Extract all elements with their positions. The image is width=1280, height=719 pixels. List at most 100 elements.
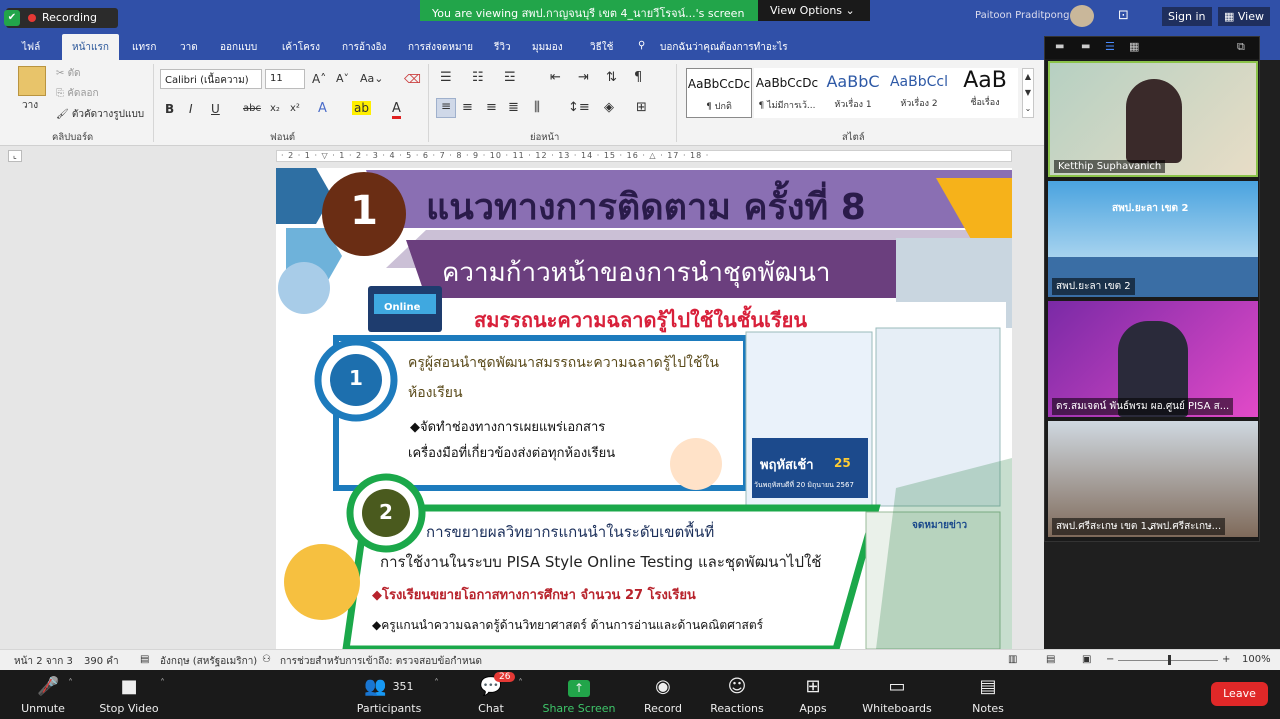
tab-view[interactable]: มุมมอง bbox=[532, 40, 563, 55]
zoom-slider-thumb[interactable] bbox=[1168, 655, 1171, 665]
item1-bullet: ◆จัดทำช่องทางการเผยแพร่เอกสาร bbox=[410, 420, 606, 435]
tab-help[interactable]: วิธีใช้ bbox=[590, 40, 613, 55]
cut-button[interactable]: ✂ ตัด bbox=[56, 66, 81, 81]
numbering-icon[interactable]: ☷ bbox=[472, 70, 484, 85]
tab-insert[interactable]: แทรก bbox=[132, 40, 156, 55]
language[interactable]: อังกฤษ (สหรัฐอเมริกา) bbox=[160, 654, 257, 669]
copy-button[interactable]: ⎘ คัดลอก bbox=[56, 86, 99, 101]
borders-icon[interactable]: ⊞ bbox=[636, 100, 647, 115]
tab-review[interactable]: รีวิว bbox=[494, 40, 511, 55]
zoom-in-icon[interactable]: + bbox=[1222, 654, 1230, 665]
chevron-up-icon[interactable]: ˄ bbox=[518, 678, 523, 689]
notes-button[interactable]: ▤ Notes bbox=[943, 676, 1033, 715]
tab-design[interactable]: ออกแบบ bbox=[220, 40, 257, 55]
web-layout-icon[interactable]: ▣ bbox=[1082, 654, 1091, 665]
chevron-up-icon[interactable]: ˄ bbox=[68, 678, 73, 689]
tab-mailings[interactable]: การส่งจดหมาย bbox=[408, 40, 473, 55]
read-mode-icon[interactable]: ▥ bbox=[1008, 654, 1017, 665]
tab-draw[interactable]: วาด bbox=[180, 40, 198, 55]
document-page[interactable]: 1 แนวทางการติดตาม ครั้งที่ 8 ความก้าวหน้… bbox=[276, 168, 1012, 649]
whiteboards-button[interactable]: ▭ Whiteboards bbox=[852, 676, 942, 715]
whiteboards-label: Whiteboards bbox=[862, 702, 932, 715]
styles-scroll-icon[interactable]: ▲ ▼ ⌄ bbox=[1022, 68, 1034, 118]
style-no-spacing[interactable]: AaBbCcDc ¶ ไม่มีการเว้... bbox=[754, 68, 820, 118]
recording-indicator[interactable]: ✔ Recording bbox=[4, 8, 118, 28]
justify-icon[interactable]: ≣ bbox=[508, 100, 519, 115]
paste-icon[interactable] bbox=[18, 66, 46, 96]
print-layout-icon[interactable]: ▤ bbox=[1046, 654, 1055, 665]
pilcrow-icon[interactable]: ¶ bbox=[634, 70, 642, 85]
leave-button[interactable]: Leave bbox=[1211, 682, 1268, 706]
word-count[interactable]: 390 คำ bbox=[84, 654, 119, 669]
align-right-icon[interactable]: ≡ bbox=[486, 100, 497, 115]
avatar[interactable] bbox=[1070, 5, 1094, 27]
shrink-font-icon[interactable]: A˅ bbox=[336, 72, 349, 85]
item2-number: 2 bbox=[379, 500, 393, 524]
ribbon-display-icon[interactable]: ⊡ bbox=[1118, 8, 1129, 23]
shading-icon[interactable]: ◈ bbox=[604, 100, 614, 115]
subscript-icon[interactable]: x₂ bbox=[270, 103, 280, 114]
chevron-up-icon[interactable]: ˄ bbox=[160, 678, 165, 689]
tell-me-input[interactable]: บอกฉันว่าคุณต้องการทำอะไร bbox=[660, 40, 788, 55]
paste-button[interactable]: วาง bbox=[22, 98, 38, 113]
font-color-icon[interactable]: A bbox=[392, 101, 401, 119]
chevron-up-icon[interactable]: ˄ bbox=[434, 678, 439, 689]
align-center-icon[interactable]: ≡ bbox=[462, 100, 473, 115]
bullets-icon[interactable]: ☰ bbox=[440, 70, 452, 85]
pop-out-icon[interactable]: ⧉ bbox=[1237, 40, 1245, 54]
participants-button[interactable]: 👥 351 Participants bbox=[344, 676, 434, 715]
font-size-select[interactable]: 11 bbox=[265, 69, 305, 89]
thumbnail-icon[interactable]: ▬ bbox=[1081, 41, 1090, 52]
increase-indent-icon[interactable]: ⇥ bbox=[578, 70, 589, 85]
style-heading-2[interactable]: AaBbCcl หัวเรื่อง 2 bbox=[886, 68, 952, 118]
bold-icon[interactable]: B bbox=[165, 102, 174, 116]
underline-icon[interactable]: U bbox=[211, 102, 220, 116]
tab-layout[interactable]: เค้าโครง bbox=[282, 40, 320, 55]
tab-references[interactable]: การอ้างอิง bbox=[342, 40, 386, 55]
text-effects-icon[interactable]: A bbox=[318, 101, 327, 116]
tab-file[interactable]: ไฟล์ bbox=[22, 40, 40, 55]
participant-video[interactable]: Ketthip Suphavanich bbox=[1048, 61, 1258, 177]
tab-selector-icon[interactable]: ⌞ bbox=[8, 150, 22, 162]
italic-icon[interactable]: I bbox=[189, 102, 193, 116]
multilevel-list-icon[interactable]: ☲ bbox=[504, 70, 516, 85]
share-screen-button[interactable]: ↑ Share Screen bbox=[534, 676, 624, 715]
participant-name: ดร.สมเจตน์ พันธ์พรม ผอ.ศูนย์ PISA ส... bbox=[1052, 398, 1234, 415]
decrease-indent-icon[interactable]: ⇤ bbox=[550, 70, 561, 85]
distributed-icon[interactable]: ⫼ bbox=[534, 100, 540, 115]
grow-font-icon[interactable]: A˄ bbox=[312, 72, 326, 86]
align-left-icon[interactable]: ≡ bbox=[436, 98, 456, 118]
line-spacing-icon[interactable]: ↕≡ bbox=[568, 100, 590, 115]
page-count[interactable]: หน้า 2 จาก 3 bbox=[14, 654, 73, 669]
unmute-button[interactable]: 🎤⁄ Unmute bbox=[0, 676, 88, 715]
chevron-down-icon[interactable]: ⌄ bbox=[1145, 519, 1155, 533]
change-case-icon[interactable]: Aa⌄ bbox=[360, 72, 383, 85]
tab-home[interactable]: หน้าแรก bbox=[62, 34, 119, 60]
sort-icon[interactable]: ⇅ bbox=[606, 70, 617, 85]
proofing-icon[interactable]: ▤ bbox=[140, 654, 149, 665]
clear-format-icon[interactable]: ⌫ bbox=[404, 72, 421, 86]
zoom-out-icon[interactable]: − bbox=[1106, 654, 1114, 665]
strikethrough-icon[interactable]: abc bbox=[243, 103, 261, 114]
format-painter-button[interactable]: 🖌 ตัวคัดวางรูปแบบ bbox=[56, 107, 144, 122]
view-button[interactable]: ▦ View bbox=[1218, 7, 1270, 26]
gallery-view-icon[interactable]: ▦ bbox=[1129, 40, 1139, 53]
font-name-select[interactable]: Calibri (เนื้อความ) bbox=[160, 69, 262, 89]
speaker-view-icon[interactable]: ☰ bbox=[1105, 40, 1115, 53]
style-title[interactable]: AaB ชื่อเรื่อง bbox=[952, 68, 1018, 118]
style-preview: AaBbCcDc bbox=[687, 77, 751, 91]
zoom-level[interactable]: 100% bbox=[1242, 654, 1271, 665]
minimize-icon[interactable]: ▬ bbox=[1055, 41, 1064, 52]
participant-video[interactable]: ดร.สมเจตน์ พันธ์พรม ผอ.ศูนย์ PISA ส... bbox=[1048, 301, 1258, 417]
apps-button[interactable]: ⊞ Apps bbox=[768, 676, 858, 715]
style-heading-1[interactable]: AaBbC หัวเรื่อง 1 bbox=[820, 68, 886, 118]
participant-video[interactable]: สพป.ยะลา เขต 2 สพป.ยะลา เขต 2 bbox=[1048, 181, 1258, 297]
sign-in-button[interactable]: Sign in bbox=[1162, 7, 1212, 26]
divider bbox=[676, 64, 677, 142]
unmute-label: Unmute bbox=[21, 702, 65, 715]
superscript-icon[interactable]: x² bbox=[290, 103, 300, 114]
highlight-icon[interactable]: ab bbox=[352, 101, 371, 115]
accessibility-status[interactable]: การช่วยสำหรับการเข้าถึง: ตรวจสอบข้อกำหนด bbox=[280, 654, 482, 669]
style-normal[interactable]: AaBbCcDc ¶ ปกติ bbox=[686, 68, 752, 118]
view-options-button[interactable]: View Options ⌄ bbox=[758, 0, 870, 21]
